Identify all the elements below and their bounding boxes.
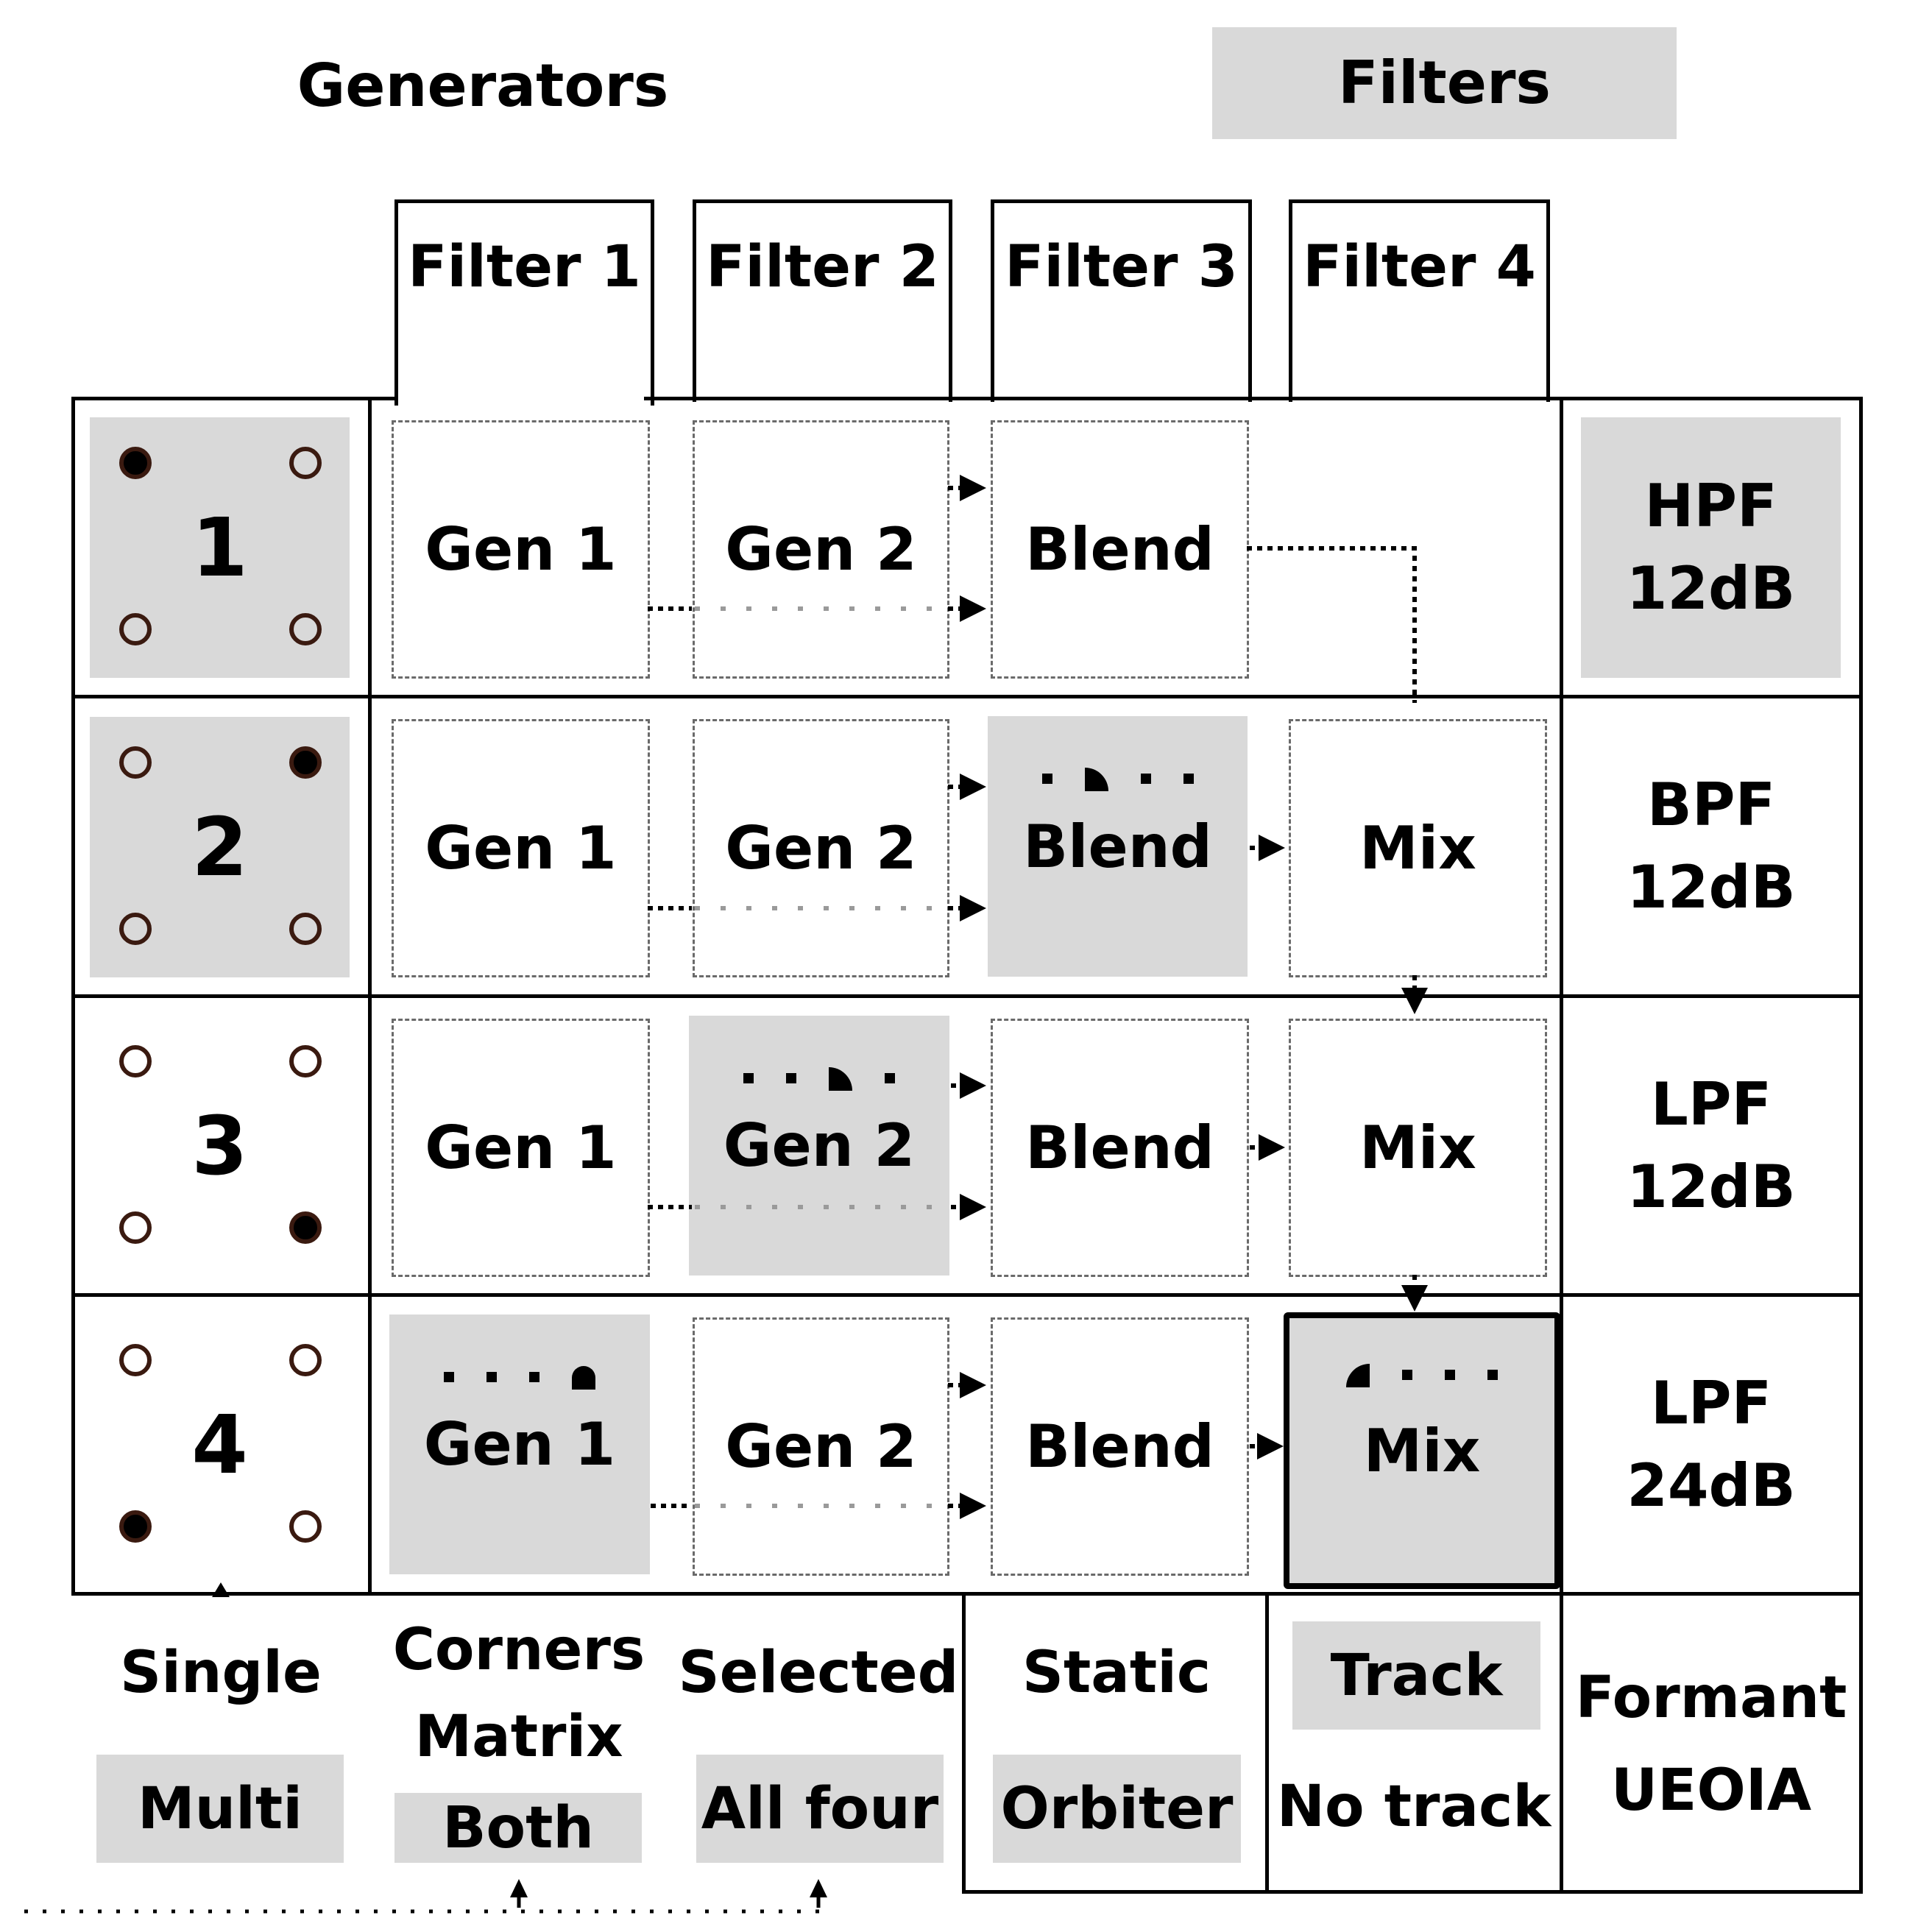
tracking-no-track-option[interactable]: No track — [1267, 1774, 1560, 1840]
mode-multi-option[interactable]: Multi — [96, 1755, 344, 1863]
tracking-track-option[interactable]: Track — [1292, 1621, 1540, 1730]
corners-pointer-arrow — [510, 1879, 528, 1897]
scope-all-four-option[interactable]: All four — [696, 1755, 944, 1863]
slot-pointer-arrow — [212, 1582, 230, 1597]
blend-to-mix-path — [1247, 546, 1417, 703]
corners-label[interactable]: Corners — [372, 1617, 666, 1683]
scope-selected-option[interactable]: Selected — [671, 1640, 966, 1706]
row-connectors — [648, 475, 1428, 1519]
scope-pointer-arrow — [810, 1879, 827, 1897]
motion-static-option[interactable]: Static — [969, 1640, 1264, 1706]
formant-label[interactable]: Formant — [1563, 1665, 1859, 1731]
mode-single-option[interactable]: Single — [74, 1640, 368, 1706]
matrix-label[interactable]: Matrix — [372, 1704, 666, 1770]
formant-vowel-value[interactable]: UEOIA — [1563, 1758, 1859, 1824]
motion-orbiter-option[interactable]: Orbiter — [993, 1755, 1241, 1863]
corners-both-option[interactable]: Both — [394, 1793, 642, 1863]
